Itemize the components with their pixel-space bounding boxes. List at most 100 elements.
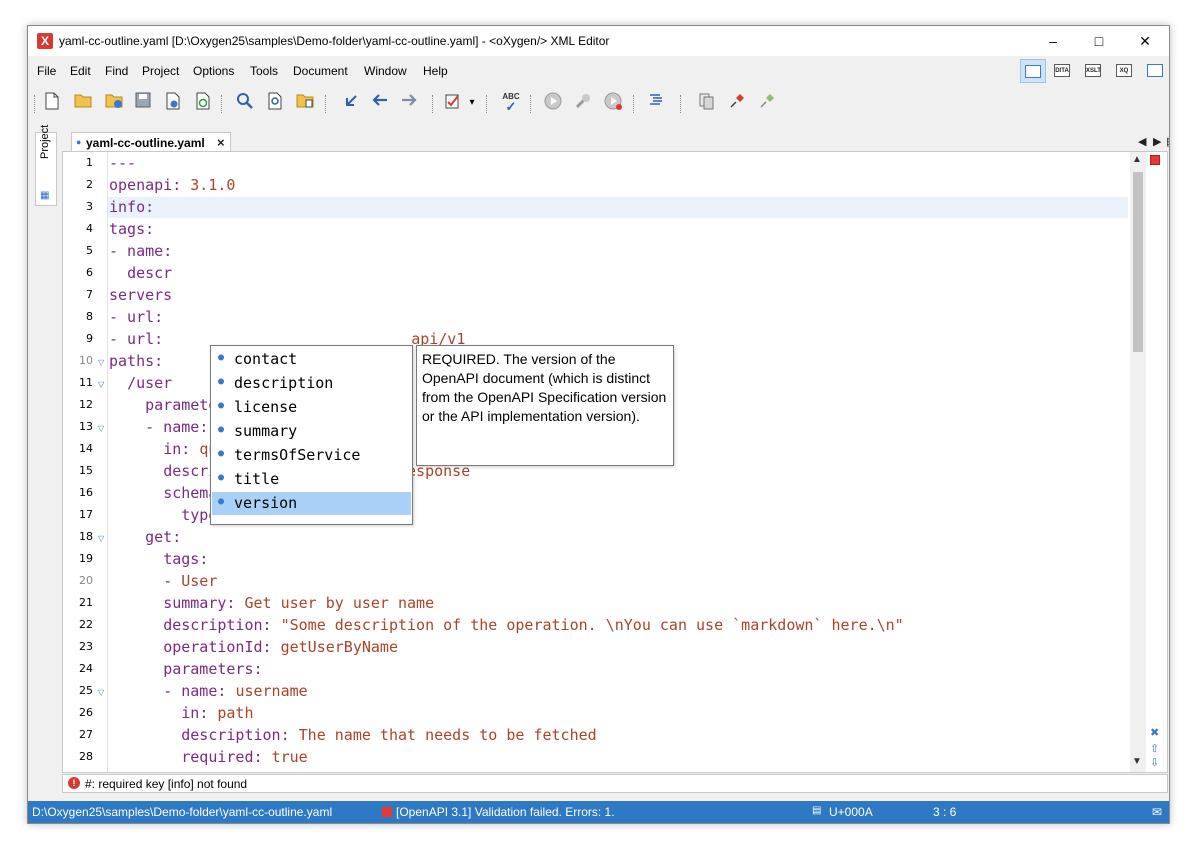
menu-edit[interactable]: Edit: [70, 64, 91, 78]
open-url-icon[interactable]: [103, 92, 125, 114]
menu-project[interactable]: Project: [142, 64, 179, 78]
yaml-separator: :: [226, 594, 245, 612]
project-view-label: Project: [39, 124, 51, 159]
menu-find[interactable]: Find: [105, 64, 128, 78]
yaml-key: servers: [109, 286, 173, 304]
completion-item[interactable]: ● summary: [212, 420, 411, 443]
scrollbar-thumb[interactable]: [1133, 172, 1143, 352]
error-status-icon[interactable]: [1150, 155, 1160, 165]
completion-item[interactable]: ● contact: [212, 348, 411, 371]
find-in-files-icon[interactable]: [265, 92, 287, 114]
maximize-button[interactable]: □: [1076, 26, 1122, 56]
next-problem-icon[interactable]: ⇩: [1150, 756, 1159, 769]
main-toolbar: ▾ ABC ✓: [28, 86, 1169, 120]
app-window: X yaml-cc-outline.yaml [D:\Oxygen25\samp…: [27, 25, 1170, 824]
line-number: 9: [86, 332, 93, 345]
code-line: description: The name that needs to be f…: [109, 724, 596, 746]
line-number: 27: [79, 728, 93, 741]
menu-window[interactable]: Window: [364, 64, 407, 78]
menu-file[interactable]: File: [37, 64, 56, 78]
scroll-down-icon[interactable]: ▼: [1132, 756, 1142, 767]
save-icon[interactable]: [132, 92, 154, 114]
status-validation[interactable]: [OpenAPI 3.1] Validation failed. Errors:…: [396, 805, 615, 819]
line-number: 22: [79, 618, 93, 631]
menu-options[interactable]: Options: [193, 64, 234, 78]
menu-document[interactable]: Document: [293, 64, 348, 78]
new-file-icon[interactable]: [41, 92, 63, 114]
spellcheck-icon[interactable]: ABC ✓: [500, 92, 522, 114]
tab-yaml-cc-outline[interactable]: ● yaml-cc-outline.yaml ×: [71, 132, 231, 152]
code-line: tags:: [109, 548, 208, 570]
fold-toggle-icon[interactable]: ▽: [98, 380, 104, 389]
print-icon[interactable]: [162, 92, 184, 114]
text-editor[interactable]: 1 2 3 4 5 6 7 8 9 10 11 12 13 14 15 16 1…: [62, 151, 1168, 773]
open-folder-icon[interactable]: [72, 92, 94, 114]
completion-item-selected[interactable]: ● version: [212, 492, 411, 515]
problem-bar[interactable]: ! #: required key [info] not found: [62, 774, 1168, 793]
completion-item[interactable]: ● license: [212, 396, 411, 419]
side-view-strip: Project ▦: [28, 125, 62, 791]
xml-diff-icon[interactable]: [696, 92, 718, 114]
line-number: 15: [79, 464, 93, 477]
database-perspective-button[interactable]: [1142, 59, 1168, 83]
completion-item[interactable]: ● termsOfService: [212, 444, 411, 467]
back-icon[interactable]: [340, 92, 362, 114]
dita-perspective-icon: DITA: [1054, 64, 1070, 77]
tab-scroll-left-icon[interactable]: ◀: [1138, 135, 1146, 148]
unpin-icon[interactable]: [756, 92, 778, 114]
close-annotations-icon[interactable]: ✖: [1150, 726, 1159, 739]
tab-list-icon[interactable]: ▤: [1166, 135, 1169, 148]
close-tab-icon[interactable]: ×: [217, 135, 225, 150]
completion-item[interactable]: ● title: [212, 468, 411, 491]
project-view-tab[interactable]: Project ▦: [35, 125, 57, 206]
fold-toggle-icon[interactable]: ▽: [98, 688, 104, 697]
feedback-icon[interactable]: ✉: [1152, 805, 1162, 819]
editor-tab-label: yaml-cc-outline.yaml: [86, 136, 205, 150]
menu-tools[interactable]: Tools: [250, 64, 278, 78]
yaml-key: parameters: [163, 660, 254, 678]
format-indent-icon[interactable]: [645, 92, 667, 114]
line-number: 23: [79, 640, 93, 653]
validate-icon[interactable]: [442, 92, 464, 114]
vertical-scrollbar[interactable]: ▲ ▼: [1130, 152, 1146, 772]
line-number: 25: [79, 684, 93, 697]
xslt-perspective-button[interactable]: XSLT: [1080, 59, 1106, 83]
close-window-button[interactable]: ✕: [1122, 26, 1168, 56]
go-forward-icon[interactable]: [398, 92, 420, 114]
property-bullet-icon: ●: [218, 472, 225, 483]
fold-toggle-icon[interactable]: ▽: [98, 534, 104, 543]
completion-item[interactable]: ● description: [212, 372, 411, 395]
code-line: required: true: [109, 746, 307, 768]
configure-scenario-icon[interactable]: [572, 92, 594, 114]
line-number: 8: [86, 310, 93, 323]
open-find-icon[interactable]: [294, 92, 316, 114]
previous-problem-icon[interactable]: ⇧: [1150, 742, 1159, 755]
yaml-separator: :: [262, 638, 281, 656]
tab-scroll-right-icon[interactable]: ▶: [1153, 135, 1161, 148]
xquery-perspective-button[interactable]: XQ: [1111, 59, 1137, 83]
dropdown-arrow-icon[interactable]: ▾: [466, 92, 478, 114]
fold-toggle-icon[interactable]: ▽: [98, 424, 104, 433]
fold-toggle-icon[interactable]: ▽: [98, 358, 104, 367]
code-line: operationId: getUserByName: [109, 636, 398, 658]
yaml-key: required: [181, 748, 254, 766]
minimize-button[interactable]: –: [1030, 26, 1076, 56]
editor-perspective-button[interactable]: [1020, 59, 1046, 83]
run-icon[interactable]: [542, 92, 564, 114]
menu-help[interactable]: Help: [423, 64, 448, 78]
dita-perspective-button[interactable]: DITA: [1049, 59, 1075, 83]
pin-icon[interactable]: [726, 92, 748, 114]
go-back-icon[interactable]: [369, 92, 391, 114]
line-number: 14: [79, 442, 93, 455]
find-icon[interactable]: [234, 92, 256, 114]
debug-scenario-icon[interactable]: [602, 92, 624, 114]
code-line: tags:: [109, 218, 154, 240]
line-number: 3: [86, 200, 93, 213]
scroll-up-icon[interactable]: ▲: [1132, 154, 1142, 165]
reload-icon[interactable]: [192, 92, 214, 114]
